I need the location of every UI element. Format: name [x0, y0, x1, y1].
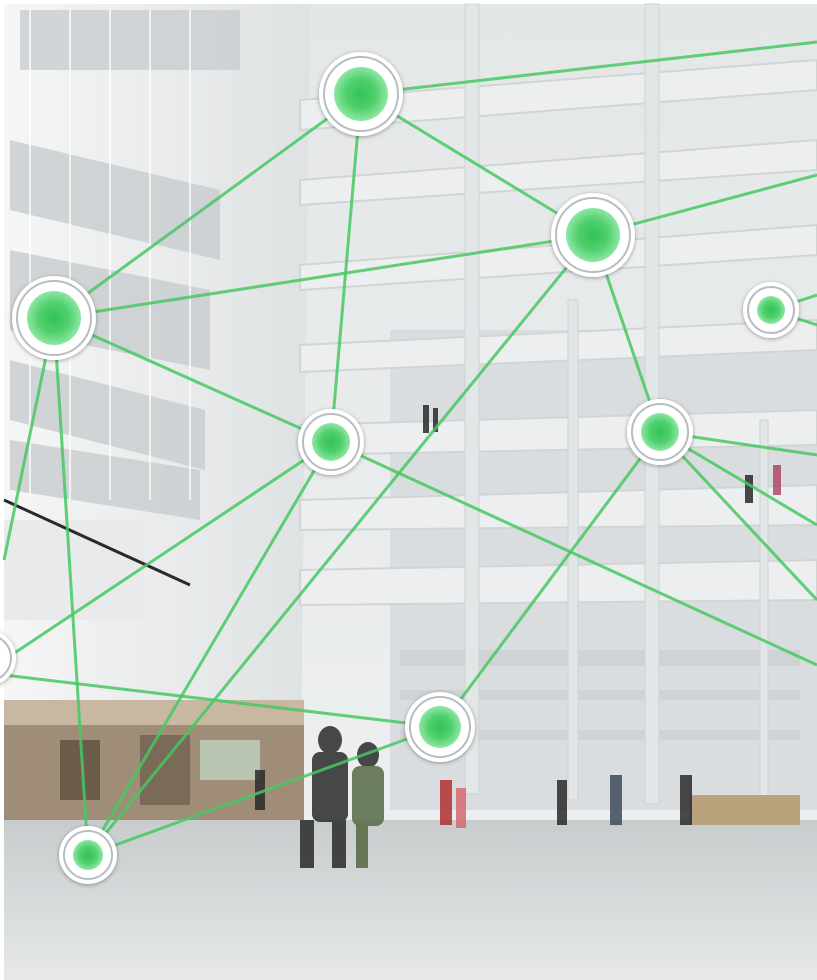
atrium-photo-scene [0, 0, 817, 980]
photo-background [3, 3, 817, 980]
network-node-icon [298, 409, 364, 475]
network-node-icon [12, 276, 96, 360]
network-node-icon [59, 826, 117, 884]
network-node-icon [627, 399, 693, 465]
network-node-icon [743, 282, 799, 338]
network-node-icon [319, 52, 403, 136]
atrium-photo [0, 0, 817, 980]
network-node-icon [405, 692, 475, 762]
network-node-icon [551, 193, 635, 277]
